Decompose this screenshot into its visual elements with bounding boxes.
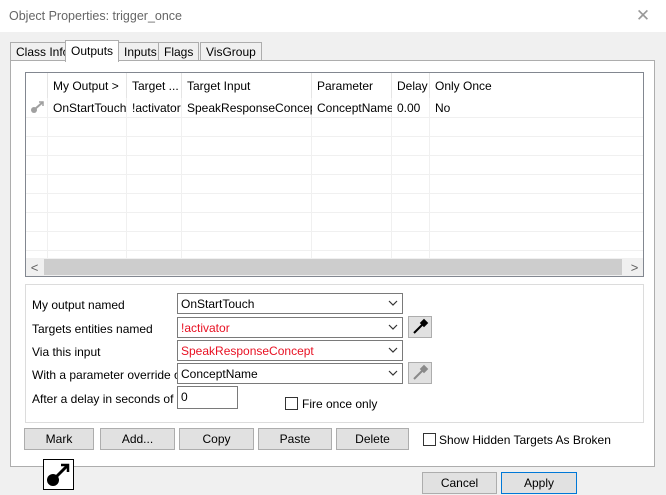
targets-named-value: !activator: [181, 321, 230, 335]
chevron-down-icon: [388, 347, 398, 353]
output-edit-group: My output named OnStartTouch Targets ent…: [25, 284, 644, 423]
scroll-left-icon[interactable]: <: [26, 258, 43, 276]
tab-flags[interactable]: Flags: [158, 42, 200, 61]
paste-button[interactable]: Paste: [258, 428, 332, 450]
column-header-icon: [26, 73, 48, 98]
add-button[interactable]: Add...: [100, 428, 175, 450]
list-header: My Output > Target ... Target Input Para…: [26, 73, 643, 98]
outputs-panel: My Output > Target ... Target Input Para…: [10, 60, 655, 467]
targets-named-combo[interactable]: !activator: [177, 317, 403, 338]
parameter-override-label: With a parameter override of: [32, 368, 185, 382]
close-button[interactable]: ✕: [620, 0, 666, 32]
outputs-list[interactable]: My Output > Target ... Target Input Para…: [25, 72, 644, 277]
column-header-delay[interactable]: Delay: [392, 73, 430, 98]
apply-button[interactable]: Apply: [501, 472, 577, 494]
cell-delay: 0.00: [397, 101, 421, 115]
column-header-target-input[interactable]: Target Input: [182, 73, 312, 98]
scroll-thumb[interactable]: [44, 259, 622, 275]
delay-label: After a delay in seconds of: [32, 392, 174, 406]
via-input-combo[interactable]: SpeakResponseConcept: [177, 340, 403, 361]
chevron-down-icon: [388, 300, 398, 306]
eyedropper-icon: [413, 318, 429, 334]
cell-only-once: No: [435, 101, 451, 115]
delay-input[interactable]: 0: [177, 386, 238, 409]
column-header-target[interactable]: Target ...: [127, 73, 182, 98]
targets-named-label: Targets entities named: [32, 322, 153, 336]
fire-once-label: Fire once only: [302, 397, 378, 411]
chevron-down-icon: [388, 370, 398, 376]
fire-once-checkbox[interactable]: [285, 397, 298, 410]
cancel-button[interactable]: Cancel: [422, 472, 497, 494]
parameter-override-combo[interactable]: ConceptName: [177, 363, 403, 384]
tab-inputs[interactable]: Inputs: [118, 42, 163, 61]
output-connection-icon: [30, 98, 46, 117]
output-named-value: OnStartTouch: [181, 297, 255, 311]
cell-parameter: ConceptName: [317, 101, 392, 115]
parameter-eyedropper-button[interactable]: [408, 362, 432, 384]
table-row[interactable]: OnStartTouch !activator SpeakResponseCon…: [26, 98, 643, 117]
show-hidden-checkbox[interactable]: [423, 433, 436, 446]
cell-my-output: OnStartTouch: [53, 101, 127, 115]
column-header-parameter[interactable]: Parameter: [312, 73, 392, 98]
target-eyedropper-button[interactable]: [408, 316, 432, 338]
horizontal-scrollbar[interactable]: < >: [26, 258, 643, 276]
tab-visgroup[interactable]: VisGroup: [200, 42, 262, 61]
tab-outputs[interactable]: Outputs: [65, 40, 120, 62]
window-title: Object Properties: trigger_once: [9, 9, 183, 23]
eyedropper-icon: [413, 364, 429, 380]
via-input-label: Via this input: [32, 345, 101, 359]
mark-button[interactable]: Mark: [24, 428, 94, 450]
delete-button[interactable]: Delete: [336, 428, 409, 450]
output-connection-icon: [43, 459, 74, 490]
via-input-value: SpeakResponseConcept: [181, 344, 314, 358]
column-header-my-output[interactable]: My Output >: [48, 73, 127, 98]
parameter-override-value: ConceptName: [181, 367, 258, 381]
chevron-down-icon: [388, 324, 398, 330]
show-hidden-label: Show Hidden Targets As Broken: [439, 433, 611, 447]
output-named-combo[interactable]: OnStartTouch: [177, 293, 403, 314]
title-bar: Object Properties: trigger_once ✕: [0, 0, 666, 32]
output-named-label: My output named: [32, 298, 125, 312]
cell-target-input: SpeakResponseConcept: [187, 101, 312, 115]
cell-target: !activator: [132, 101, 181, 115]
column-header-only-once[interactable]: Only Once: [430, 73, 643, 98]
copy-button[interactable]: Copy: [179, 428, 254, 450]
scroll-right-icon[interactable]: >: [626, 258, 643, 276]
close-icon: ✕: [635, 6, 651, 25]
